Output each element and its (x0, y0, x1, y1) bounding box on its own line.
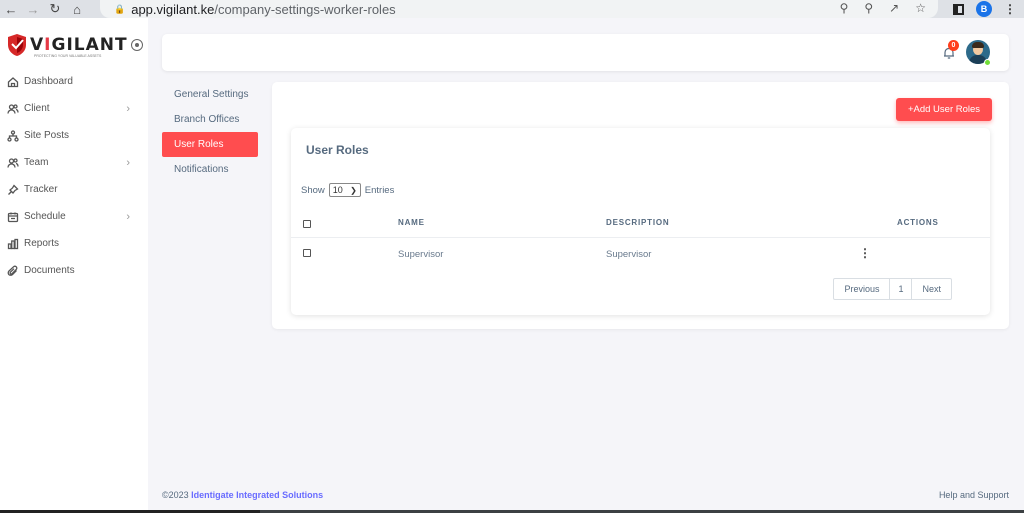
column-header-actions: ACTIONS (897, 218, 939, 227)
entries-select[interactable]: 10 ❯ (328, 183, 361, 197)
home-icon (7, 76, 19, 87)
vigilant-logo[interactable]: VIGILANT PROTECTING YOUR VALUABLE ASSETS (6, 30, 143, 60)
sidebar-item-schedule[interactable]: Schedule › (0, 203, 148, 230)
settings-item-user-roles[interactable]: User Roles (162, 132, 258, 157)
show-label: Show (301, 184, 325, 196)
share-icon[interactable]: ↗ (889, 1, 899, 15)
key-icon[interactable]: ⚲ (840, 1, 849, 15)
reload-icon[interactable]: ↻ (44, 0, 66, 18)
sidebar-toggle-icon[interactable] (130, 39, 143, 51)
chevron-right-icon: › (126, 156, 130, 169)
next-page-button[interactable]: Next (912, 279, 951, 299)
sidebar-item-label: Schedule (24, 211, 66, 222)
logo-wordmark: VIGILANT (30, 35, 128, 55)
sidebar-item-documents[interactable]: Documents (0, 257, 148, 284)
sidebar-item-label: Tracker (24, 184, 58, 195)
sidebar-item-client[interactable]: Client › (0, 95, 148, 122)
sidebar-item-team[interactable]: Team › (0, 149, 148, 176)
forward-icon[interactable]: → (22, 0, 44, 18)
sidebar-item-reports[interactable]: Reports (0, 230, 148, 257)
sidebar-menu: Dashboard Client › Site Posts Team › Tra… (0, 68, 148, 284)
table-row: Supervisor Supervisor ⋮ (291, 238, 990, 270)
sidebar-item-label: Documents (24, 265, 75, 276)
side-panel-icon[interactable] (953, 3, 964, 15)
logo-tagline: PROTECTING YOUR VALUABLE ASSETS (34, 54, 102, 58)
chevron-down-icon: ❯ (350, 185, 357, 195)
settings-nav: General Settings Branch Offices User Rol… (162, 82, 258, 182)
url-text: app.vigilant.ke/company-settings-worker-… (131, 1, 396, 17)
row-name: Supervisor (398, 249, 444, 260)
profile-avatar[interactable]: B (976, 1, 992, 17)
chevron-right-icon: › (126, 210, 130, 223)
table-header: NAME DESCRIPTION ACTIONS (291, 210, 990, 238)
sidebar-item-label: Client (24, 103, 50, 114)
settings-item-branch-offices[interactable]: Branch Offices (162, 107, 258, 132)
previous-page-button[interactable]: Previous (834, 279, 891, 299)
sitemap-icon (7, 129, 19, 142)
chart-icon (7, 238, 19, 249)
column-header-description: DESCRIPTION (606, 218, 670, 227)
paperclip-icon (7, 265, 18, 276)
sidebar: VIGILANT PROTECTING YOUR VALUABLE ASSETS… (0, 18, 148, 513)
address-bar[interactable]: 🔒 app.vigilant.ke/company-settings-worke… (100, 0, 938, 18)
zoom-icon[interactable]: ⚲ (864, 1, 873, 15)
user-roles-table-card: User Roles Show 10 ❯ Entries NAME DESCRI… (291, 128, 990, 315)
chevron-right-icon: › (126, 102, 130, 115)
back-icon[interactable]: ← (0, 0, 22, 18)
select-all-checkbox[interactable] (303, 220, 311, 228)
column-header-name: NAME (398, 218, 425, 227)
page-1-button[interactable]: 1 (890, 279, 913, 299)
entries-label: Entries (364, 184, 395, 196)
settings-item-notifications[interactable]: Notifications (162, 157, 258, 182)
entries-control: Show 10 ❯ Entries (301, 183, 394, 197)
help-support-link[interactable]: Help and Support (939, 490, 1009, 500)
settings-item-general[interactable]: General Settings (162, 82, 258, 107)
pin-icon (8, 183, 19, 195)
home-browser-icon[interactable]: ⌂ (66, 0, 88, 18)
sidebar-item-label: Dashboard (24, 76, 73, 87)
star-icon[interactable]: ☆ (915, 1, 926, 15)
pagination: Previous 1 Next (833, 278, 952, 300)
users-icon (7, 103, 19, 114)
sidebar-item-label: Reports (24, 238, 60, 249)
row-description: Supervisor (606, 249, 652, 260)
browser-toolbar: ← → ↻ ⌂ 🔒 app.vigilant.ke/company-settin… (0, 0, 1024, 18)
sidebar-item-tracker[interactable]: Tracker (0, 176, 148, 203)
sidebar-item-site-posts[interactable]: Site Posts (0, 122, 148, 149)
lock-icon: 🔒 (114, 3, 126, 14)
sidebar-item-label: Site Posts (24, 130, 70, 141)
user-roles-panel: +Add User Roles User Roles Show 10 ❯ Ent… (272, 82, 1009, 329)
notification-badge: 0 (948, 40, 959, 51)
company-link[interactable]: Identigate Integrated Solutions (191, 490, 323, 500)
card-title: User Roles (306, 143, 369, 157)
more-menu-icon[interactable]: ⋮ (1004, 2, 1016, 16)
team-icon (7, 157, 19, 168)
row-checkbox[interactable] (303, 249, 311, 257)
add-user-roles-button[interactable]: +Add User Roles (896, 98, 992, 121)
top-navbar: 0 (162, 34, 1009, 71)
footer-copyright: ©2023 Identigate Integrated Solutions (162, 490, 324, 500)
online-status-dot (984, 59, 991, 66)
row-actions-menu-icon[interactable]: ⋮ (859, 246, 871, 260)
sidebar-item-dashboard[interactable]: Dashboard (0, 68, 148, 95)
sidebar-item-label: Team (24, 157, 49, 168)
calendar-icon (7, 212, 19, 222)
shield-logo-icon (8, 34, 26, 56)
